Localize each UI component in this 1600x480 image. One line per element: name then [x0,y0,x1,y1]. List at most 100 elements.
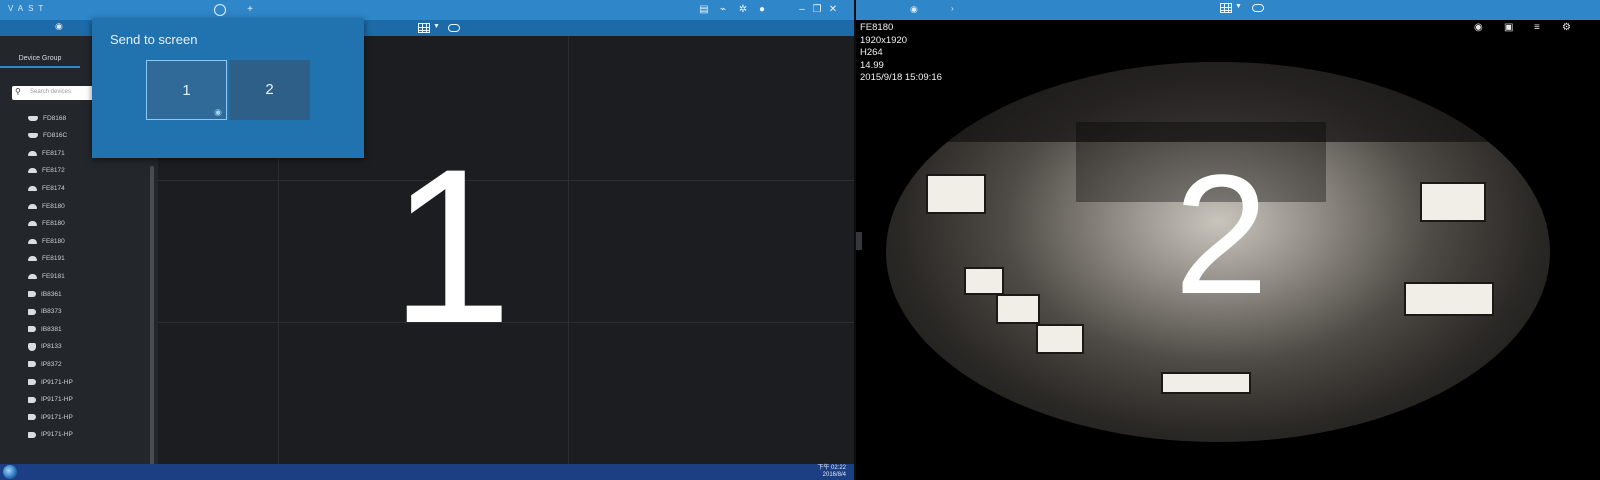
search-input[interactable]: ⚲ Search devices [12,86,102,100]
chart-icon[interactable]: ⌁ [716,3,730,17]
camera-icon [28,308,36,315]
device-list-item[interactable]: FE8174 [28,182,65,194]
device-list-item[interactable]: IP8133 [28,341,62,353]
chevron-down-icon[interactable]: ▼ [1235,3,1242,10]
restore-icon[interactable]: ❐ [810,3,824,17]
camera-icon [28,291,36,297]
view-icon[interactable]: ◉ [1474,22,1483,33]
osd-timestamp: 2015/9/18 15:09:16 [860,72,942,84]
tab-device-group[interactable]: Device Group [0,52,80,68]
device-label: FE8171 [42,149,65,157]
menu-icon[interactable]: ≡ [1534,22,1540,33]
device-list-item[interactable]: IB8373 [28,306,62,318]
device-list-item[interactable]: FD8168 [28,112,66,124]
screen-1-button[interactable]: 1 ◉ [146,60,227,120]
chevron-right-icon[interactable]: › [951,4,954,13]
osd-camera: FE8180 [860,22,894,33]
fisheye-mode-icon[interactable] [1252,4,1264,12]
grid-divider [568,36,569,464]
camera-icon [28,361,36,368]
gear-icon[interactable]: ✲ [736,3,750,17]
device-label: FE9181 [42,272,65,280]
title-bar: VAST + ▤ ⌁ ✲ ● – ❐ ✕ [0,0,854,20]
device-list-item[interactable]: FE8171 [28,147,65,159]
device-list-item[interactable]: FE8180 [28,200,65,212]
osd-resolution: 1920x1920 [860,34,908,46]
right-screen: ◉ › ▼ FE8180 1920x1920 H264 14.99 2015/9… [856,0,1600,480]
bookmark-icon[interactable]: ▤ [697,3,711,17]
camera-icon [28,342,36,351]
camera-icon [28,133,38,139]
device-list-item[interactable]: FE8191 [28,253,65,265]
device-label: FE8180 [42,220,65,228]
liveview-tab-icon[interactable] [214,4,226,16]
camera-icon [28,168,37,174]
layout-grid-icon[interactable] [418,23,430,33]
device-label: FD8168 [43,114,67,122]
device-list-item[interactable]: FE8180 [28,218,65,230]
eye-icon[interactable]: ◉ [55,21,63,32]
display-case [926,174,986,214]
screen-2-button[interactable]: 2 [229,60,310,120]
fisheye-mode-icon[interactable] [448,24,460,32]
search-placeholder: Search devices [30,89,72,95]
camera-snapshot-icon[interactable]: ▣ [1504,22,1513,33]
device-label: IP8133 [41,343,62,351]
device-list-item[interactable]: FE8180 [28,235,65,247]
device-label: FE8180 [42,202,65,210]
device-list-item[interactable]: IP9171-HP [28,429,73,441]
eye-icon[interactable]: ◉ [910,4,918,15]
user-icon[interactable]: ● [755,3,769,17]
device-label: FE8174 [42,184,65,192]
close-icon[interactable]: ✕ [826,3,840,17]
taskbar-clock: 下午 02:22 2016/8/4 [817,465,846,479]
display-case [1420,182,1486,222]
device-label: FE8180 [42,237,65,245]
device-label: IP9171-HP [41,431,73,439]
device-list-item[interactable]: FE9181 [28,270,65,282]
device-label: FD816C [43,132,68,140]
search-icon: ⚲ [15,87,21,96]
start-button[interactable] [3,465,17,479]
camera-icon [28,150,37,156]
camera-icon [28,238,37,244]
camera-icon [28,431,36,438]
screen-number-label: 2 [1174,140,1269,330]
device-list-item[interactable]: IB8381 [28,323,62,335]
clock-date: 2016/8/4 [822,472,846,478]
device-list-item[interactable]: IP8372 [28,358,62,370]
screen-2-label: 2 [265,81,274,98]
device-label: IP9171-HP [41,396,73,404]
device-label: IB8361 [41,290,62,298]
screen-1-label: 1 [182,82,191,99]
device-label: FE8191 [42,255,65,263]
display-case [1161,372,1251,394]
display-case [1036,324,1084,354]
camera-icon [28,185,37,191]
popup-title: Send to screen [110,32,198,47]
device-label: FE8172 [42,167,65,175]
device-list-item[interactable]: FE8172 [28,165,65,177]
settings-icon[interactable]: ⚙ [1562,22,1571,33]
title-bar: ◉ › ▼ [856,0,1600,20]
device-list-item[interactable]: IP9171-HP [28,376,73,388]
screen-number-label: 1 [390,123,513,369]
display-case [964,267,1004,295]
camera-icon [28,115,38,121]
device-list-item[interactable]: IB8361 [28,288,62,300]
panel-handle[interactable] [856,232,862,250]
device-list-item[interactable]: IP9171-HP [28,411,73,423]
chevron-down-icon[interactable]: ▼ [433,23,440,30]
sidebar-scrollbar[interactable] [150,166,154,476]
osd-fps: 14.99 [860,59,884,71]
add-tab-icon[interactable]: + [243,3,257,17]
minimize-icon[interactable]: – [795,3,809,17]
eye-icon: ◉ [214,107,222,117]
osd-codec: H264 [860,47,883,59]
device-list-item[interactable]: IP9171-HP [28,394,73,406]
device-list-item[interactable]: FD816C [28,130,67,142]
taskbar: 下午 02:22 2016/8/4 [0,464,854,480]
video-osd: FE8180 1920x1920 H264 14.99 2015/9/18 15… [860,22,942,85]
camera-icon [28,203,37,209]
layout-grid-icon[interactable] [1220,3,1232,13]
